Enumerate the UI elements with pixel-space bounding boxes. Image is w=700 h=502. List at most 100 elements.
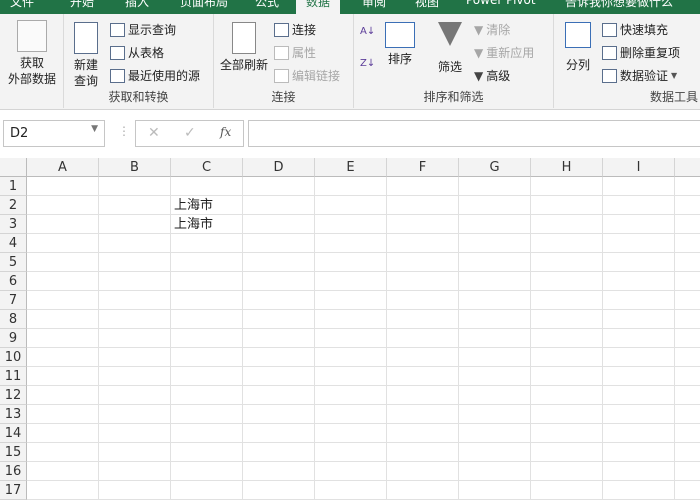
name-box[interactable]: D2 ▼ xyxy=(3,120,105,147)
cell-C11[interactable] xyxy=(171,367,243,386)
cell-E3[interactable] xyxy=(315,215,387,234)
cell-I10[interactable] xyxy=(603,348,675,367)
cell-A13[interactable] xyxy=(27,405,99,424)
cell-J8[interactable] xyxy=(675,310,700,329)
cell-A17[interactable] xyxy=(27,481,99,500)
row-header-3[interactable]: 3 xyxy=(0,215,27,234)
cell-C1[interactable] xyxy=(171,177,243,196)
tab-3[interactable]: 页面布局 xyxy=(180,0,228,10)
cell-C8[interactable] xyxy=(171,310,243,329)
row-header-13[interactable]: 13 xyxy=(0,405,27,424)
formula-input[interactable] xyxy=(248,120,700,147)
row-header-1[interactable]: 1 xyxy=(0,177,27,196)
cell-F17[interactable] xyxy=(387,481,459,500)
cell-F1[interactable] xyxy=(387,177,459,196)
tab-5[interactable]: 数据 xyxy=(296,0,341,14)
cell-H5[interactable] xyxy=(531,253,603,272)
cell-H2[interactable] xyxy=(531,196,603,215)
cell-E8[interactable] xyxy=(315,310,387,329)
row-header-8[interactable]: 8 xyxy=(0,310,27,329)
new-query-button[interactable]: 新建 查询 xyxy=(66,22,106,89)
row-header-16[interactable]: 16 xyxy=(0,462,27,481)
cell-G15[interactable] xyxy=(459,443,531,462)
cell-C2[interactable]: 上海市 xyxy=(171,196,243,215)
row-header-12[interactable]: 12 xyxy=(0,386,27,405)
column-header-D[interactable]: D xyxy=(243,158,315,177)
cell-C15[interactable] xyxy=(171,443,243,462)
cell-A12[interactable] xyxy=(27,386,99,405)
cell-F6[interactable] xyxy=(387,272,459,291)
cell-C9[interactable] xyxy=(171,329,243,348)
cell-H16[interactable] xyxy=(531,462,603,481)
cell-F16[interactable] xyxy=(387,462,459,481)
cell-G4[interactable] xyxy=(459,234,531,253)
row-header-4[interactable]: 4 xyxy=(0,234,27,253)
cell-A10[interactable] xyxy=(27,348,99,367)
column-header-next[interactable] xyxy=(675,158,700,177)
refresh-all-button[interactable]: 全部刷新 xyxy=(216,22,272,73)
clear-filter-button[interactable]: ▼ 清除 xyxy=(474,21,510,38)
row-header-15[interactable]: 15 xyxy=(0,443,27,462)
cell-E13[interactable] xyxy=(315,405,387,424)
cell-G2[interactable] xyxy=(459,196,531,215)
cell-F5[interactable] xyxy=(387,253,459,272)
select-all-button[interactable] xyxy=(0,158,27,177)
drag-handle-icon[interactable]: ⋮ xyxy=(118,124,130,138)
column-header-C[interactable]: C xyxy=(171,158,243,177)
cell-I11[interactable] xyxy=(603,367,675,386)
cell-H4[interactable] xyxy=(531,234,603,253)
cell-H1[interactable] xyxy=(531,177,603,196)
cell-B10[interactable] xyxy=(99,348,171,367)
reapply-button[interactable]: ▼ 重新应用 xyxy=(474,44,534,61)
cell-J10[interactable] xyxy=(675,348,700,367)
cell-A7[interactable] xyxy=(27,291,99,310)
cell-G10[interactable] xyxy=(459,348,531,367)
column-header-I[interactable]: I xyxy=(603,158,675,177)
cell-J3[interactable] xyxy=(675,215,700,234)
cell-H6[interactable] xyxy=(531,272,603,291)
cell-B6[interactable] xyxy=(99,272,171,291)
cell-E17[interactable] xyxy=(315,481,387,500)
cell-A15[interactable] xyxy=(27,443,99,462)
cell-F8[interactable] xyxy=(387,310,459,329)
cell-J15[interactable] xyxy=(675,443,700,462)
cell-H9[interactable] xyxy=(531,329,603,348)
cell-H8[interactable] xyxy=(531,310,603,329)
cell-J16[interactable] xyxy=(675,462,700,481)
cell-A2[interactable] xyxy=(27,196,99,215)
cell-D1[interactable] xyxy=(243,177,315,196)
cell-H12[interactable] xyxy=(531,386,603,405)
tab-4[interactable]: 公式 xyxy=(255,0,279,10)
cell-F10[interactable] xyxy=(387,348,459,367)
cell-H13[interactable] xyxy=(531,405,603,424)
cell-D2[interactable] xyxy=(243,196,315,215)
cell-B9[interactable] xyxy=(99,329,171,348)
connections-button[interactable]: 连接 xyxy=(274,21,316,38)
cell-D5[interactable] xyxy=(243,253,315,272)
cell-B3[interactable] xyxy=(99,215,171,234)
cell-F7[interactable] xyxy=(387,291,459,310)
cell-E5[interactable] xyxy=(315,253,387,272)
cell-A4[interactable] xyxy=(27,234,99,253)
cell-B8[interactable] xyxy=(99,310,171,329)
cell-A3[interactable] xyxy=(27,215,99,234)
cell-C13[interactable] xyxy=(171,405,243,424)
row-header-11[interactable]: 11 xyxy=(0,367,27,386)
cell-E7[interactable] xyxy=(315,291,387,310)
column-header-F[interactable]: F xyxy=(387,158,459,177)
cell-B5[interactable] xyxy=(99,253,171,272)
enter-icon[interactable]: ✓ xyxy=(184,125,196,141)
tab-7[interactable]: 视图 xyxy=(415,0,439,10)
column-header-B[interactable]: B xyxy=(99,158,171,177)
cell-E14[interactable] xyxy=(315,424,387,443)
cell-A1[interactable] xyxy=(27,177,99,196)
cell-G6[interactable] xyxy=(459,272,531,291)
cell-B15[interactable] xyxy=(99,443,171,462)
cell-I1[interactable] xyxy=(603,177,675,196)
cell-J14[interactable] xyxy=(675,424,700,443)
cell-E10[interactable] xyxy=(315,348,387,367)
cell-G16[interactable] xyxy=(459,462,531,481)
cell-I5[interactable] xyxy=(603,253,675,272)
cell-D9[interactable] xyxy=(243,329,315,348)
column-header-H[interactable]: H xyxy=(531,158,603,177)
